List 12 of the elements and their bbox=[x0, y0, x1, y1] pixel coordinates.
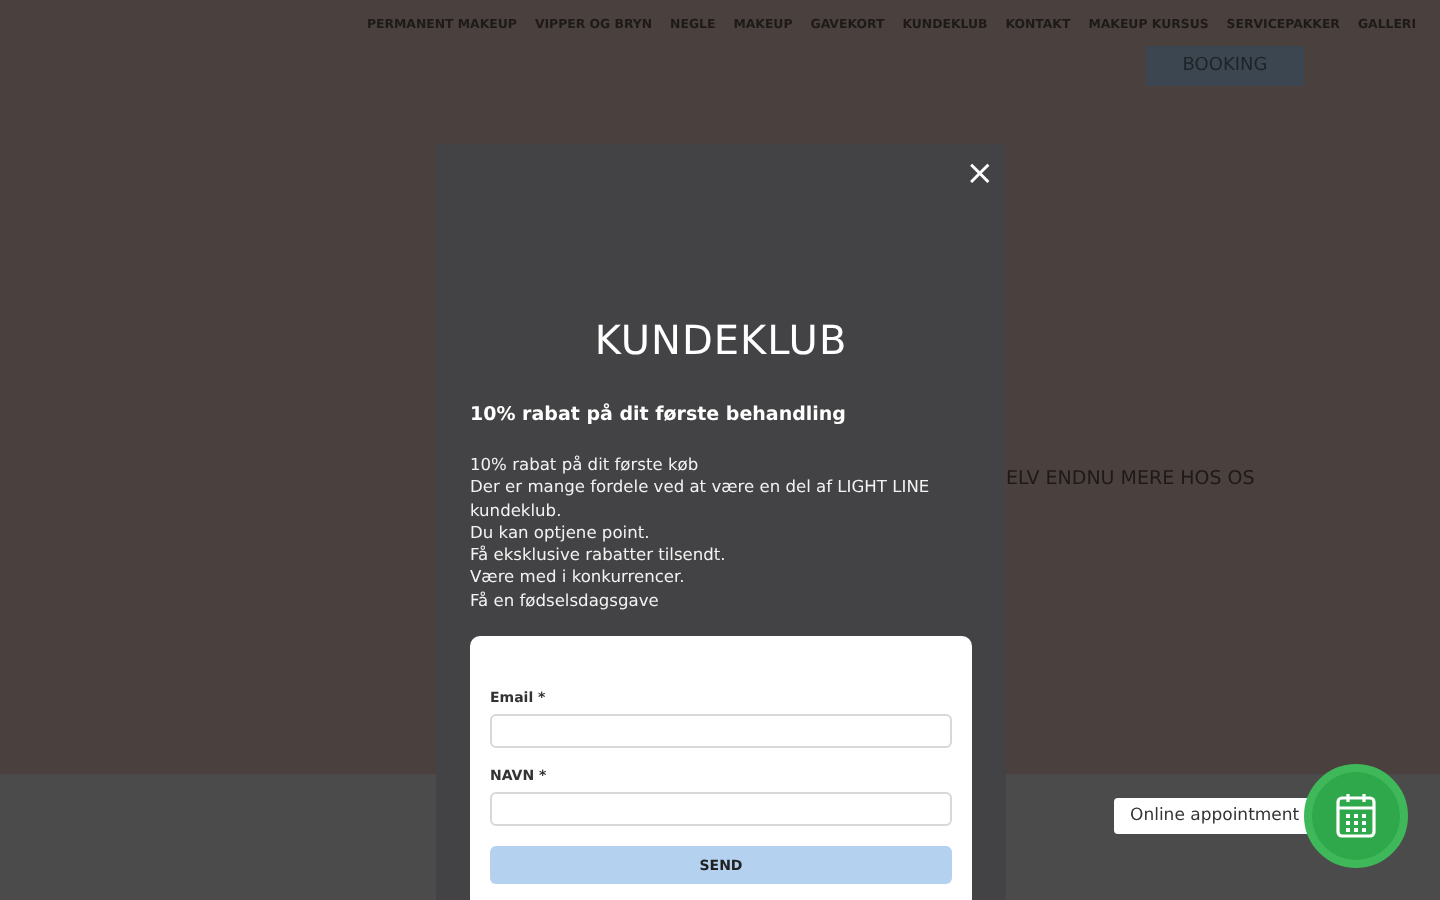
benefit-text: Få eksklusive rabatter tilsendt. bbox=[470, 544, 728, 567]
modal-subtitle: 10% rabat på dit første behandling bbox=[470, 404, 848, 426]
benefit-text: Du kan optjene point. bbox=[470, 521, 652, 545]
close-button[interactable]: × bbox=[961, 156, 998, 192]
benefit-text: Være med i konkurrencer. bbox=[470, 566, 687, 590]
modal-title: KUNDEKLUB bbox=[592, 316, 850, 364]
input-field[interactable] bbox=[490, 792, 952, 827]
calendar-icon bbox=[1334, 792, 1378, 840]
benefit-text: Der er mange fordele ved at være en del af LIGHT LINE kundeklub. bbox=[470, 476, 932, 522]
input-field[interactable] bbox=[490, 714, 952, 749]
benefit-text: 10% rabat på dit første køb bbox=[470, 454, 701, 477]
benefit-text: Få en fødselsdagsgave bbox=[470, 589, 661, 613]
